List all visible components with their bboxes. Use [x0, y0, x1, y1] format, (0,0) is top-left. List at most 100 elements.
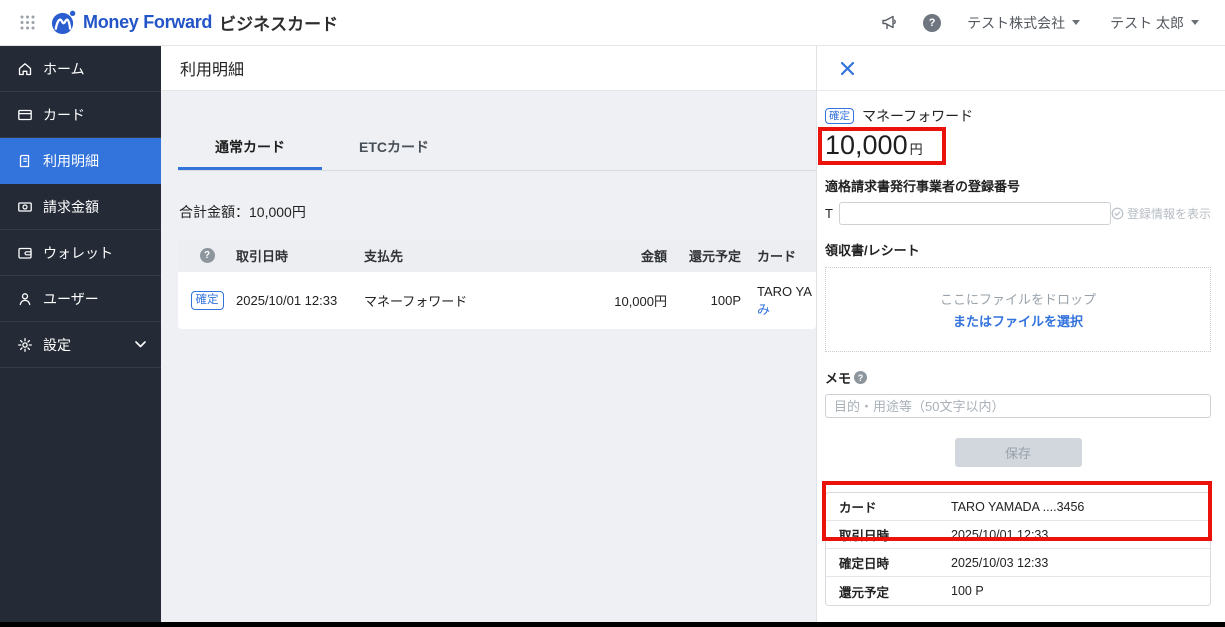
app-window: Money Forward ビジネスカード ? テスト株式会社 テスト 太郎 ホ… [0, 0, 1225, 627]
detail-row-transaction-datetime: 取引日時 2025/10/01 12:33 [826, 521, 1210, 549]
detail-value: 2025/10/01 12:33 [951, 527, 1049, 542]
company-menu[interactable]: テスト株式会社 [967, 13, 1081, 33]
amount-value: 10,000 [825, 130, 908, 160]
receipt-label: 領収書/レシート [825, 243, 920, 258]
save-button[interactable]: 保存 [954, 438, 1082, 467]
home-icon [17, 61, 33, 77]
tab-etc-card[interactable]: ETCカード [322, 137, 466, 170]
page-header: 利用明細 [161, 46, 816, 91]
chevron-down-icon [1072, 20, 1081, 25]
card-type-tabs: 通常カード ETCカード [178, 91, 816, 171]
sidebar-item-billing[interactable]: 請求金額 [0, 184, 161, 230]
show-registration-link[interactable]: 登録情報を表示 [1111, 205, 1211, 222]
sidebar-item-label: ウォレット [43, 244, 113, 261]
page-title: 利用明細 [180, 62, 245, 79]
sidebar-item-label: 利用明細 [43, 152, 99, 169]
show-registration-label: 登録情報を表示 [1126, 207, 1211, 221]
invoice-number-label: 適格請求書発行事業者の登録番号 [825, 179, 1021, 194]
merchant-name: マネーフォワード [862, 108, 974, 124]
billing-icon [17, 199, 33, 215]
tab-normal-card[interactable]: 通常カード [178, 137, 322, 170]
main-content: 利用明細 通常カード ETCカード 合計金額：10,000円 ? 取引日時 支払… [161, 46, 816, 622]
memo-label: メモ [825, 371, 852, 386]
column-header-datetime: 取引日時 [236, 249, 289, 264]
column-header-card: カード [757, 249, 797, 264]
app-switcher-icon[interactable] [20, 15, 35, 30]
detail-row-points: 還元予定 100 P [826, 577, 1210, 605]
sidebar: ホーム カード 利用明細 請求金額 ウォレット ユーザー 設定 [0, 46, 161, 622]
detail-label: 還元予定 [839, 585, 890, 600]
dropzone-hint: ここにファイルをドロップ [939, 292, 1096, 307]
transactions-table: ? 取引日時 支払先 金額 還元予定 カード 確定 2025/10/01 12:… [178, 239, 816, 329]
sidebar-item-label: 設定 [43, 336, 71, 353]
moneyforward-logo-mark [51, 10, 76, 35]
check-circle-icon [1111, 207, 1124, 220]
detail-value: 2025/10/03 12:33 [951, 555, 1049, 570]
user-icon [17, 291, 33, 307]
status-help-icon[interactable]: ? [199, 248, 215, 263]
sidebar-item-users[interactable]: ユーザー [0, 276, 161, 322]
company-name: テスト株式会社 [967, 14, 1066, 31]
transaction-amount: 10,000 円 [825, 130, 1211, 161]
invoice-number-row: T 登録情報を表示 [825, 202, 1211, 225]
detail-label: カード [839, 501, 877, 515]
file-select-link[interactable]: またはファイルを選択 [953, 311, 1083, 330]
close-icon[interactable] [840, 61, 855, 76]
table-header-row: ? 取引日時 支払先 金額 還元予定 カード [178, 239, 816, 272]
file-dropzone[interactable]: ここにファイルをドロップ またはファイルを選択 [825, 267, 1211, 352]
amount-unit: 円 [909, 142, 923, 157]
detail-row-card: カード TARO YAMADA ....3456 [826, 493, 1210, 521]
sidebar-item-label: 請求金額 [43, 198, 99, 215]
cell-merchant: マネーフォワード [364, 294, 468, 309]
detail-value: 100 P [951, 584, 984, 598]
help-icon[interactable]: ? [923, 13, 942, 32]
status-badge: 確定 [825, 107, 854, 125]
total-amount-label: 合計金額：10,000円 [179, 204, 306, 220]
brand-name: Money Forward [83, 12, 213, 32]
wallet-icon [17, 245, 33, 261]
cell-amount: 10,000円 [614, 294, 667, 309]
cell-card: TARO YA み [741, 284, 816, 318]
memo-label-row: メモ ? [825, 368, 1211, 387]
panel-body: 確定 マネーフォワード 10,000 円 適格請求書発行事業者の登録番号 T 登録… [817, 91, 1225, 627]
transaction-summary: 確定 マネーフォワード [825, 106, 1211, 126]
cell-points: 100P [710, 293, 741, 308]
statement-icon [17, 153, 33, 169]
bottom-bar [0, 622, 1225, 627]
table-row[interactable]: 確定 2025/10/01 12:33 マネーフォワード 10,000円 100… [178, 272, 816, 329]
cell-card-link[interactable]: み [757, 299, 816, 318]
column-header-points: 還元予定 [688, 249, 741, 264]
cell-datetime: 2025/10/01 12:33 [236, 293, 338, 308]
user-menu[interactable]: テスト 太郎 [1110, 13, 1199, 33]
sidebar-item-home[interactable]: ホーム [0, 46, 161, 92]
column-header-merchant: 支払先 [364, 249, 404, 264]
memo-input[interactable] [825, 394, 1211, 418]
invoice-prefix: T [825, 206, 833, 221]
detail-value: TARO YAMADA ....3456 [951, 499, 1085, 514]
moneyforward-logo[interactable]: Money Forward [51, 10, 212, 35]
sidebar-item-label: ユーザー [43, 290, 99, 307]
transaction-detail-table: カード TARO YAMADA ....3456 取引日時 2025/10/01… [825, 492, 1211, 606]
sidebar-item-wallet[interactable]: ウォレット [0, 230, 161, 276]
detail-label: 確定日時 [839, 557, 890, 571]
gear-icon [17, 337, 33, 353]
chevron-down-icon [135, 341, 146, 348]
status-badge: 確定 [190, 290, 224, 311]
panel-header [817, 46, 1225, 91]
detail-row-confirmed-datetime: 確定日時 2025/10/03 12:33 [826, 549, 1210, 577]
card-icon [17, 107, 33, 123]
sidebar-item-settings[interactable]: 設定 [0, 322, 161, 368]
column-header-amount: 金額 [640, 249, 667, 264]
sidebar-item-label: カード [43, 106, 85, 123]
invoice-number-input[interactable] [838, 202, 1111, 225]
user-name: テスト 太郎 [1110, 14, 1184, 31]
cell-card-holder: TARO YA [757, 283, 812, 299]
announcements-icon[interactable] [881, 15, 899, 31]
sidebar-item-statements[interactable]: 利用明細 [0, 138, 161, 184]
memo-help-icon[interactable]: ? [854, 371, 868, 384]
chevron-down-icon [1191, 20, 1199, 25]
sidebar-item-label: ホーム [43, 60, 85, 77]
detail-panel: 確定 マネーフォワード 10,000 円 適格請求書発行事業者の登録番号 T 登録… [816, 46, 1225, 627]
sidebar-item-cards[interactable]: カード [0, 92, 161, 138]
topbar: Money Forward ビジネスカード ? テスト株式会社 テスト 太郎 [0, 0, 1225, 46]
